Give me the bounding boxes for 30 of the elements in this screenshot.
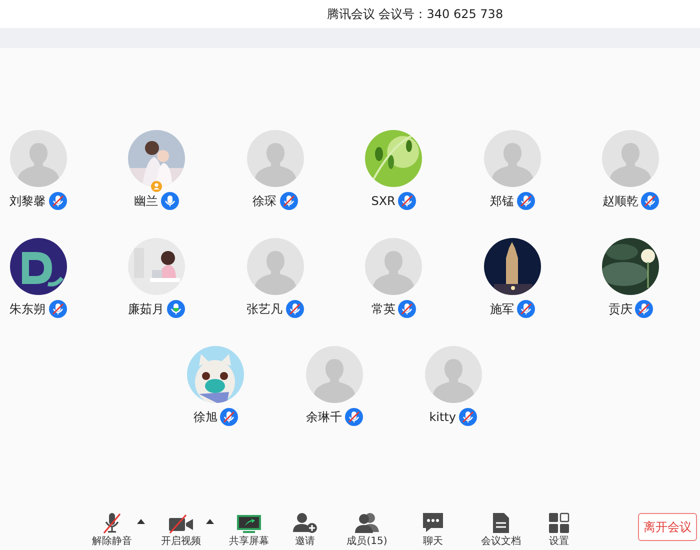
participant-name: 余琳千 — [306, 409, 342, 426]
caret-icon[interactable] — [206, 518, 214, 524]
participant-name: 郑锰 — [490, 193, 514, 210]
participant-name: 徐旭 — [193, 409, 218, 426]
muted-mic-icon — [102, 512, 122, 534]
participant-name: 赵顺乾 — [602, 193, 638, 210]
participant-name: SXR — [371, 193, 396, 210]
users-icon — [354, 512, 380, 534]
grid-icon — [548, 512, 570, 534]
participant-name: 幽兰 — [134, 193, 158, 210]
participant-name: kitty — [429, 409, 456, 426]
participant-name: 贡庆 — [608, 301, 632, 318]
video-off-icon — [168, 514, 194, 534]
monitor-icon — [236, 514, 262, 534]
participant-name: 刘黎馨 — [10, 193, 46, 210]
participant-name: 常英 — [371, 301, 396, 318]
leave-meeting-button[interactable]: 离开会议 — [638, 513, 697, 541]
window-title: 腾讯会议 会议号：340 625 738 — [326, 6, 504, 23]
participant-name: 廉茹月 — [128, 301, 164, 318]
participant-name: 施军 — [490, 301, 514, 318]
participant-name: 徐琛 — [252, 193, 277, 210]
add-user-icon — [292, 512, 318, 534]
toolbar-button[interactable]: 聊天 — [402, 508, 464, 548]
document-icon — [492, 512, 510, 534]
toolbar-button[interactable]: 开启视频 — [150, 508, 212, 548]
participant-name: 张艺凡 — [246, 301, 283, 318]
toolbar-button[interactable]: 成员(15) — [336, 508, 398, 548]
caret-icon[interactable] — [137, 518, 145, 524]
chat-icon — [422, 512, 444, 534]
participant-name: 朱东朔 — [10, 301, 46, 318]
